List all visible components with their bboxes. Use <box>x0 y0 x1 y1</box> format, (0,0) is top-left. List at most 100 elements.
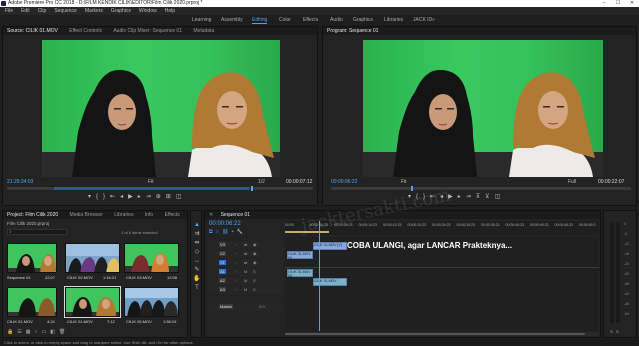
mute-icon[interactable]: M <box>244 287 247 292</box>
go-to-out-icon[interactable]: ⇥ <box>466 194 476 200</box>
program-scrubber[interactable] <box>331 186 631 191</box>
delete-icon[interactable]: 🗑 <box>59 329 69 335</box>
tab-source[interactable]: Source: CILIK 01.MOV <box>7 27 58 35</box>
workspace-audio[interactable]: Audio <box>330 16 343 24</box>
eye-icon[interactable]: ◉ <box>253 251 257 256</box>
menu-clip[interactable]: Clip <box>38 8 47 14</box>
selection-tool-icon[interactable]: ▲ <box>193 221 201 230</box>
lock-icon[interactable]: ▫ <box>235 287 236 292</box>
eye-icon[interactable]: ◉ <box>253 260 257 265</box>
workspace-learning[interactable]: Learning <box>192 16 211 24</box>
tab-info[interactable]: Info <box>145 211 153 219</box>
export-frame-icon[interactable]: ◫ <box>495 194 506 200</box>
lock-icon[interactable]: 🔒 <box>7 329 17 335</box>
tab-sequence-01[interactable]: Sequence 01 <box>221 211 250 219</box>
lock-icon[interactable]: ▫ <box>235 251 236 256</box>
program-timecode[interactable]: 00:00:06:22 <box>331 179 357 185</box>
tab-media-browser[interactable]: Media Browser <box>70 211 103 219</box>
add-marker-icon[interactable]: ▾ <box>88 194 96 200</box>
track-label[interactable]: V2 <box>219 251 226 256</box>
mute-icon[interactable]: M <box>244 278 247 283</box>
project-search-input[interactable]: ⌕ <box>7 229 67 235</box>
sync-icon[interactable]: ⇄ <box>244 242 247 247</box>
minimize-button[interactable]: – <box>597 0 611 7</box>
lock-icon[interactable]: ▫ <box>235 260 236 265</box>
step-back-icon[interactable]: ◂ <box>440 194 448 200</box>
track-label[interactable]: V1 <box>219 260 226 265</box>
solo-right-button[interactable]: S <box>616 329 619 334</box>
mark-in-icon[interactable]: { <box>416 194 423 200</box>
track-header-a3[interactable]: A3 ▫ M S <box>209 286 283 294</box>
close-button[interactable]: ✕ <box>625 0 639 7</box>
lift-icon[interactable]: ⊼ <box>476 194 485 200</box>
timeline-clip-a1[interactable]: CILIK 01.MOV [A] <box>287 269 313 278</box>
lock-icon[interactable]: ▫ <box>235 269 236 274</box>
timeline-clip-v1[interactable]: CILIK 01.MOV [V] <box>287 251 313 260</box>
menu-file[interactable]: File <box>5 8 13 14</box>
menu-sequence[interactable]: Sequence <box>54 8 77 14</box>
list-view-icon[interactable]: ☰ <box>17 329 25 335</box>
overwrite-icon[interactable]: ⊞ <box>166 194 176 200</box>
project-item-thumbnail[interactable] <box>7 243 57 273</box>
project-item-thumbnail[interactable] <box>65 243 120 273</box>
step-forward-icon[interactable]: ▸ <box>458 194 466 200</box>
razor-tool-icon[interactable]: ◇ <box>193 248 201 257</box>
solo-left-button[interactable]: S <box>610 329 613 334</box>
go-to-in-icon[interactable]: ⇤ <box>110 194 120 200</box>
track-label[interactable]: A2 <box>219 278 226 283</box>
sync-icon[interactable]: ⇄ <box>244 260 247 265</box>
close-sequence-icon[interactable]: ✕ <box>209 211 213 219</box>
timeline-playhead[interactable] <box>319 221 320 331</box>
extract-icon[interactable]: ⊻ <box>485 194 494 200</box>
workspace-color[interactable]: Color <box>279 16 291 24</box>
play-icon[interactable]: ▶ <box>128 194 138 200</box>
track-area[interactable]: CILIK 01.MOV [V] CILIK 01.MOV [V] CILIK … <box>285 221 599 331</box>
ripple-edit-tool-icon[interactable]: ⇹ <box>193 239 201 248</box>
source-scrubber[interactable] <box>7 186 313 191</box>
type-tool-icon[interactable]: T <box>193 284 201 293</box>
solo-icon[interactable]: S <box>253 287 256 292</box>
tab-audio-clip-mixer[interactable]: Audio Clip Mixer: Sequence 01 <box>113 27 182 35</box>
nest-icon[interactable]: ⧉ <box>209 229 216 235</box>
mute-icon[interactable]: M <box>244 269 247 274</box>
project-item-thumbnail[interactable] <box>7 287 57 317</box>
lock-icon[interactable]: ▫ <box>235 242 236 247</box>
scrollbar-thumb[interactable] <box>285 333 585 335</box>
track-label[interactable]: A1 <box>219 269 226 274</box>
add-marker-icon[interactable]: ▾ <box>408 194 416 200</box>
menu-edit[interactable]: Edit <box>21 8 30 14</box>
mark-in-icon[interactable]: { <box>96 194 103 200</box>
new-item-icon[interactable]: ◧ <box>50 329 59 335</box>
tab-libraries[interactable]: Libraries <box>114 211 133 219</box>
tab-program[interactable]: Program: Sequence 01 <box>327 27 378 35</box>
track-label[interactable]: V3 <box>219 242 226 247</box>
time-ruler[interactable]: 00:0000:00:04:2300:00:09:2300:00:14:2300… <box>285 221 599 235</box>
sync-icon[interactable]: ⇄ <box>244 251 247 256</box>
source-zoom-select[interactable]: 1/2 <box>258 179 265 185</box>
track-label[interactable]: Master <box>219 304 234 309</box>
track-header-a1[interactable]: A1 ▫ M S <box>209 268 283 276</box>
project-item-thumbnail-selected[interactable] <box>64 286 121 318</box>
play-icon[interactable]: ▶ <box>448 194 458 200</box>
workspace-jack-id[interactable]: JACK ID <box>413 16 432 24</box>
program-zoom-select[interactable]: Full <box>568 179 576 185</box>
solo-icon[interactable]: S <box>253 278 256 283</box>
maximize-button[interactable]: ☐ <box>611 0 625 7</box>
eye-icon[interactable]: ◉ <box>253 242 257 247</box>
program-playhead[interactable] <box>411 186 413 191</box>
track-select-tool-icon[interactable]: ⇉ <box>193 230 201 239</box>
track-header-a2[interactable]: A2 ▫ M S <box>209 277 283 285</box>
menu-help[interactable]: Help <box>165 8 175 14</box>
mark-out-icon[interactable]: } <box>103 194 110 200</box>
track-label[interactable]: A3 <box>219 287 226 292</box>
track-header-v1[interactable]: V1 ▫ ⇄ ◉ <box>209 259 283 267</box>
source-playhead[interactable] <box>251 186 253 191</box>
step-forward-icon[interactable]: ▸ <box>138 194 146 200</box>
menu-window[interactable]: Window <box>139 8 157 14</box>
workspace-graphics[interactable]: Graphics <box>353 16 373 24</box>
menu-markers[interactable]: Markers <box>85 8 103 14</box>
new-bin-icon[interactable]: ▭ <box>41 329 50 335</box>
pen-tool-icon[interactable]: ✎ <box>193 266 201 275</box>
track-header-v3[interactable]: V3 ▫ ⇄ ◉ <box>209 241 283 249</box>
project-item-thumbnail[interactable] <box>124 287 179 317</box>
